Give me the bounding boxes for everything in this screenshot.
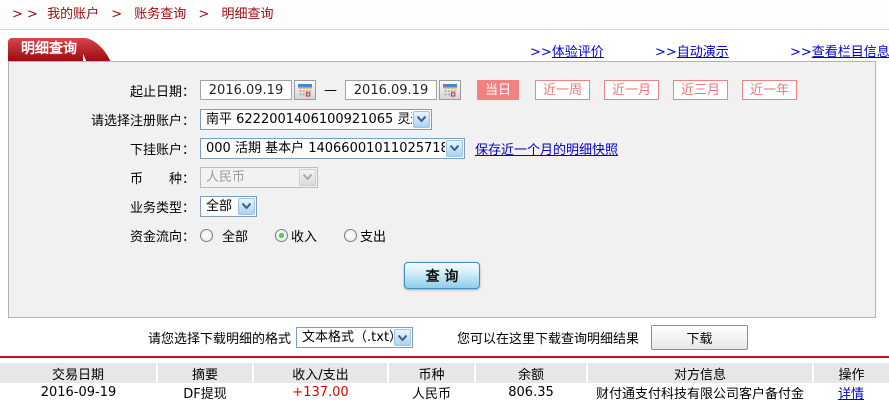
link-prefix: >> [655, 45, 677, 60]
business-type-label: 业务类型： [9, 197, 195, 216]
quick-range-month-button[interactable]: 近一月 [604, 80, 659, 100]
currency-select-disabled: 人民币 [200, 167, 318, 188]
register-account-value: 南平 6222001406100921065 灵通卡 [201, 110, 412, 129]
business-type-select[interactable]: 全部 [200, 196, 257, 217]
breadcrumb-item-detail-query[interactable]: 明细查询 [221, 7, 273, 22]
fund-flow-option-all[interactable]: 全部 [222, 226, 248, 245]
date-range-row: 起止日期： — [9, 79, 875, 101]
currency-row: 币 种： 人民币 [9, 166, 875, 188]
chevron-down-icon [299, 169, 316, 186]
cell-balance: 806.35 [475, 383, 587, 400]
date-range-separator: — [324, 83, 337, 98]
chevron-down-icon [446, 140, 463, 157]
query-button[interactable]: 查 询 [404, 262, 480, 289]
breadcrumb-item-account-query[interactable]: 账务查询 [134, 7, 186, 22]
breadcrumb-item-my-account[interactable]: 我的账户 [47, 7, 99, 22]
breadcrumb-arrows: > > [12, 7, 38, 22]
download-hint: 您可以在这里下载查询明细结果 [457, 328, 639, 347]
quick-range-today-button[interactable]: 当日 [477, 80, 519, 100]
header-currency: 币种 [388, 363, 475, 383]
link-experience-evaluation[interactable]: >>体验评价 [530, 41, 604, 60]
cell-counterparty: 财付通支付科技有限公司客户备付金 [587, 383, 813, 400]
register-account-row: 请选择注册账户： 南平 6222001406100921065 灵通卡 [9, 108, 875, 130]
date-range-label: 起止日期： [9, 81, 195, 100]
currency-value: 人民币 [201, 168, 298, 187]
chevron-down-icon [413, 111, 430, 128]
end-date-input[interactable] [345, 80, 437, 100]
table-row: 2016-09-19 DF提现 +137.00 人民币 806.35 财付通支付… [0, 383, 889, 400]
fund-flow-option-income[interactable]: 收入 [291, 226, 317, 245]
sub-account-row: 下挂账户： 000 活期 基本户 1406600101102571848 保存近… [9, 137, 875, 159]
fund-flow-radio-expense[interactable] [344, 229, 357, 242]
download-row: 请您选择下载明细的格式 文本格式（.txt） 您可以在这里下载查询明细结果 下载 [148, 325, 889, 350]
end-date-calendar-button[interactable] [439, 80, 461, 100]
start-date-input[interactable] [200, 80, 292, 100]
link-auto-demo[interactable]: >>自动演示 [655, 41, 729, 60]
header-transaction-date: 交易日期 [0, 363, 157, 383]
tab-title: 明细查询 [21, 41, 77, 57]
start-date-calendar-button[interactable] [294, 80, 316, 100]
table-header-row: 交易日期 摘要 收入/支出 币种 余额 对方信息 操作 [0, 363, 889, 383]
breadcrumb-separator: > [111, 7, 122, 22]
chevron-down-icon [238, 198, 255, 215]
query-form-panel: 起止日期： — [8, 61, 876, 318]
fund-flow-option-expense[interactable]: 支出 [360, 226, 386, 245]
download-format-select[interactable]: 文本格式（.txt） [296, 327, 413, 348]
link-label: 自动演示 [677, 45, 729, 60]
fund-flow-row: 资金流向： 全部 收入 支出 [9, 224, 875, 246]
register-account-select[interactable]: 南平 6222001406100921065 灵通卡 [200, 109, 432, 130]
cell-amount: +137.00 [253, 383, 388, 400]
transaction-table: 交易日期 摘要 收入/支出 币种 余额 对方信息 操作 2016-09-19 D… [0, 363, 889, 400]
chevron-down-icon [394, 329, 411, 346]
link-prefix: >> [530, 45, 552, 60]
breadcrumb: > > 我的账户 > 账务查询 > 明细查询 [0, 0, 889, 30]
sub-account-label: 下挂账户： [9, 139, 195, 158]
header-balance: 余额 [475, 363, 587, 383]
sub-account-value: 000 活期 基本户 1406600101102571848 [201, 139, 445, 158]
cell-transaction-date: 2016-09-19 [0, 383, 157, 400]
quick-range-week-button[interactable]: 近一周 [535, 80, 590, 100]
download-format-label: 请您选择下载明细的格式 [148, 328, 291, 347]
header-income-expense: 收入/支出 [253, 363, 388, 383]
register-account-label: 请选择注册账户： [9, 110, 195, 129]
table-top-divider [0, 356, 889, 358]
business-type-row: 业务类型： 全部 [9, 195, 875, 217]
download-button[interactable]: 下载 [651, 325, 748, 350]
link-label: 体验评价 [552, 45, 604, 60]
business-type-value: 全部 [201, 197, 237, 216]
sub-account-select[interactable]: 000 活期 基本户 1406600101102571848 [200, 138, 465, 159]
tab-bar: 明细查询 >>体验评价 >>自动演示 >>查看栏目信息 [8, 38, 876, 61]
save-snapshot-link[interactable]: 保存近一个月的明细快照 [475, 139, 618, 158]
tab-detail-query[interactable]: 明细查询 [8, 38, 83, 61]
link-prefix: >> [790, 45, 812, 60]
fund-flow-radio-all[interactable] [200, 229, 213, 242]
cell-summary: DF提现 [157, 383, 253, 400]
fund-flow-label: 资金流向： [9, 226, 195, 245]
quick-range-year-button[interactable]: 近一年 [742, 80, 797, 100]
breadcrumb-separator: > [198, 7, 209, 22]
header-counterparty: 对方信息 [587, 363, 813, 383]
currency-label: 币 种： [9, 168, 195, 187]
detail-link[interactable]: 详情 [838, 387, 864, 400]
calendar-icon [298, 84, 312, 97]
query-button-row: 查 询 [9, 262, 875, 289]
fund-flow-radio-income[interactable] [275, 229, 288, 242]
link-view-column-info[interactable]: >>查看栏目信息 [790, 41, 889, 60]
link-label: 查看栏目信息 [812, 45, 889, 60]
header-summary: 摘要 [157, 363, 253, 383]
cell-currency: 人民币 [388, 383, 475, 400]
quick-range-quarter-button[interactable]: 近三月 [673, 80, 728, 100]
header-action: 操作 [813, 363, 889, 383]
download-format-value: 文本格式（.txt） [297, 328, 393, 347]
calendar-icon [443, 84, 457, 97]
